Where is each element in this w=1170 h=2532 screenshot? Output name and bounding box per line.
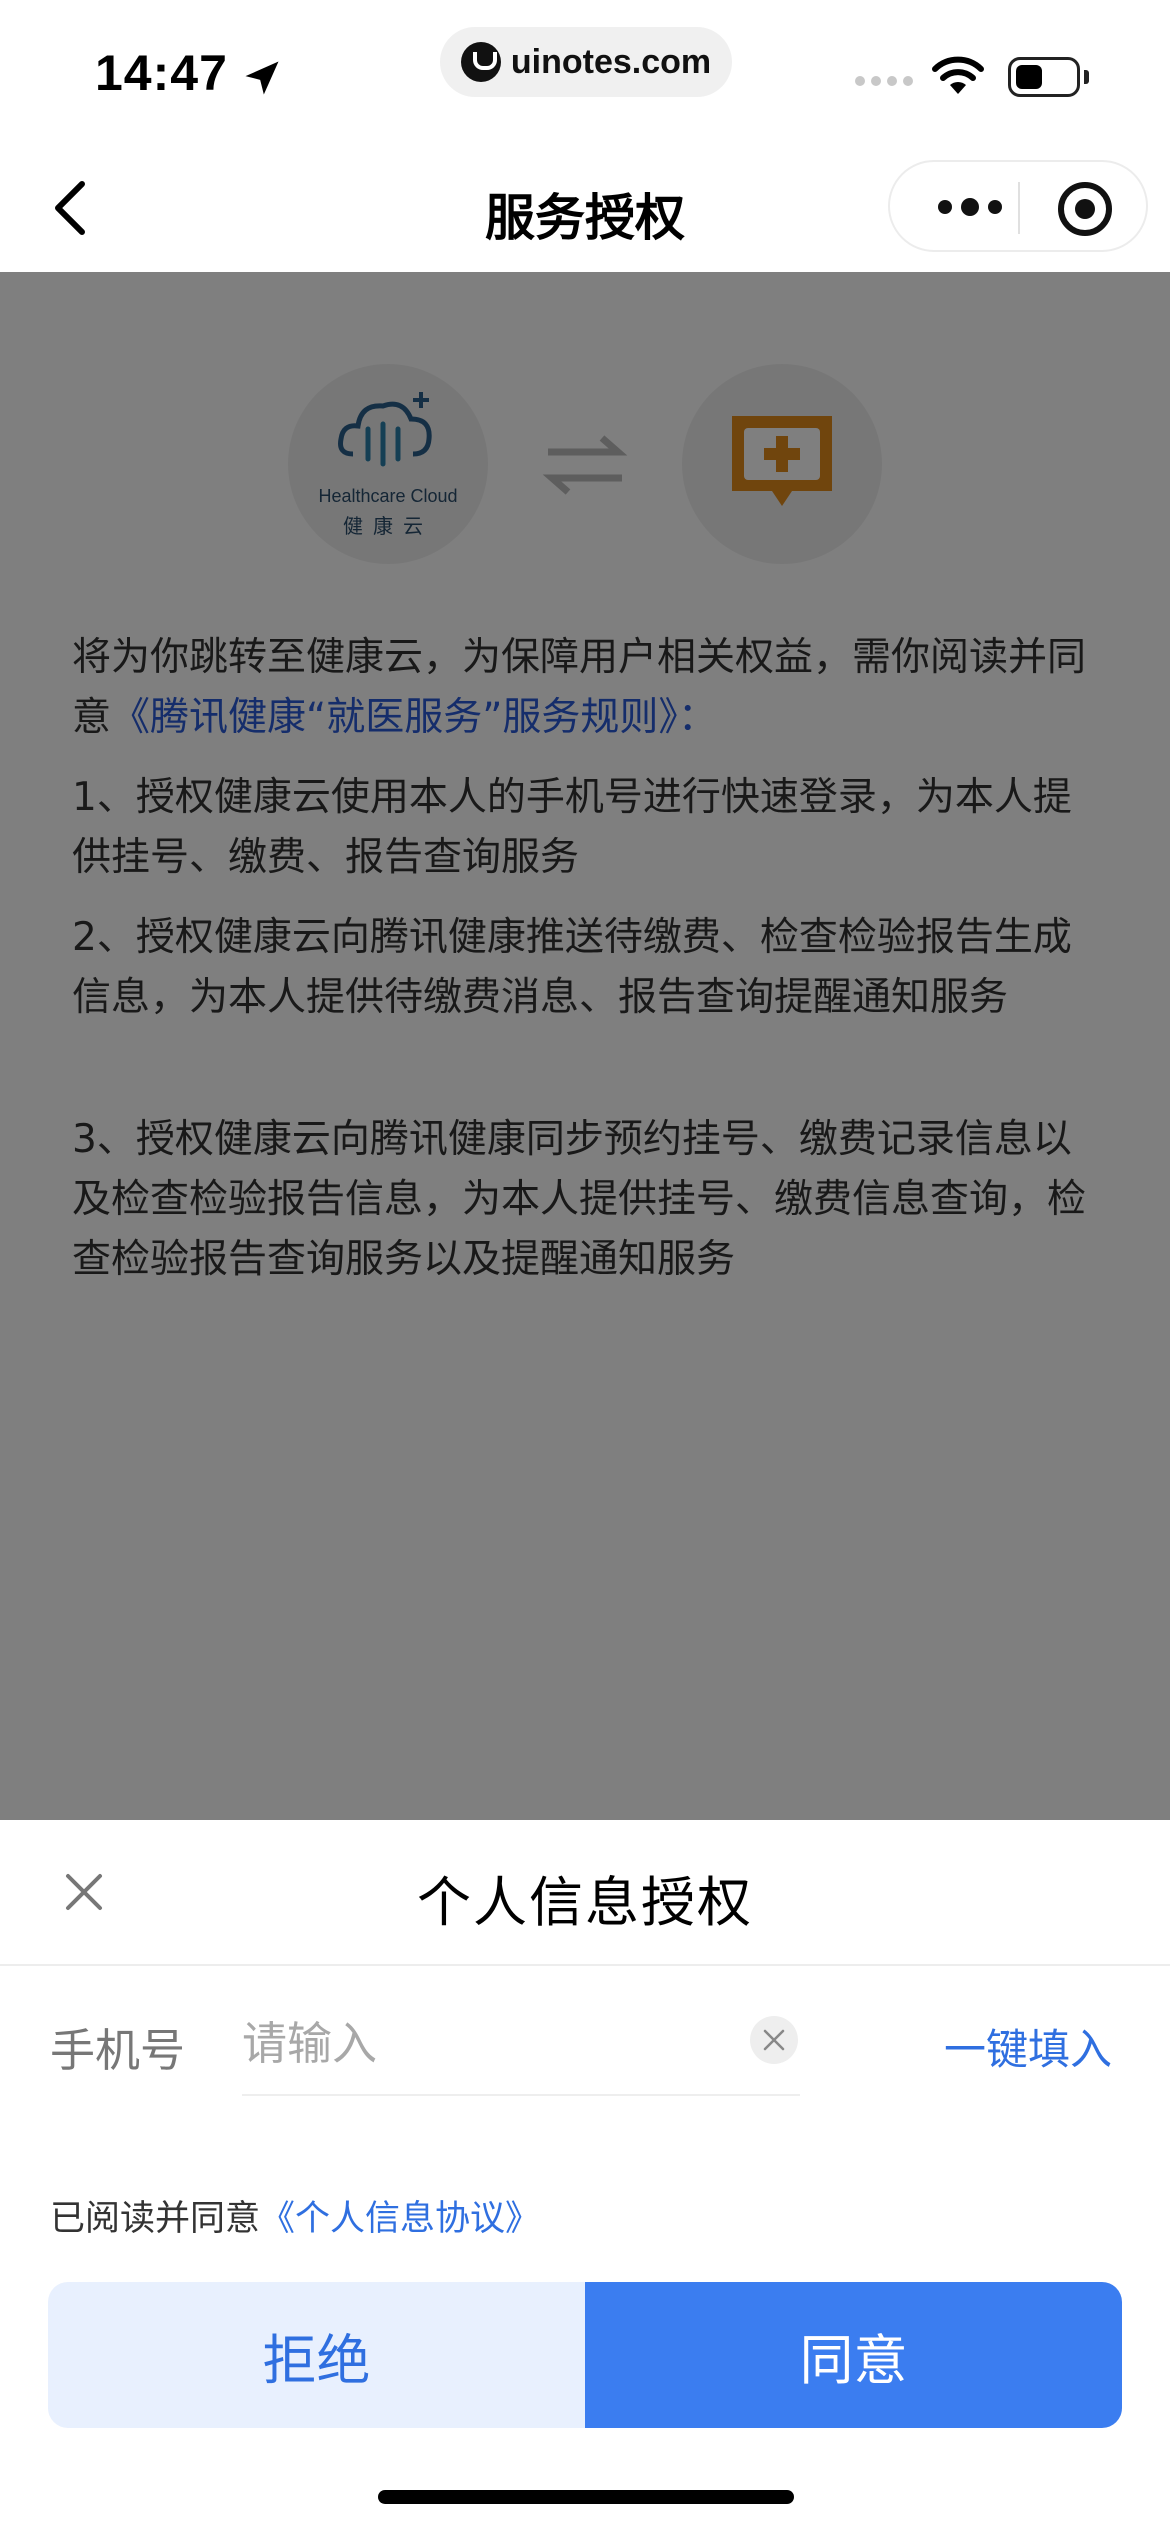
mini-program-capsule	[888, 160, 1148, 252]
input-underline	[242, 2094, 800, 2096]
clear-button[interactable]	[750, 2016, 798, 2064]
agreement-line: 已阅读并同意《个人信息协议》	[50, 2190, 540, 2241]
modal-overlay[interactable]	[0, 272, 1170, 1820]
clear-icon	[763, 2029, 785, 2051]
home-indicator	[378, 2490, 794, 2504]
battery-tip	[1084, 70, 1089, 84]
quick-fill-button[interactable]: 一键填入	[944, 2016, 1112, 2077]
more-icon[interactable]	[935, 197, 1005, 217]
url-pill[interactable]: uinotes.com	[440, 27, 732, 97]
url-text: uinotes.com	[510, 42, 712, 81]
cellular-signal-icon	[855, 76, 913, 86]
status-time: 14:47	[95, 45, 228, 101]
privacy-agreement-link[interactable]: 《个人信息协议》	[260, 2199, 540, 2239]
target-icon[interactable]	[1058, 182, 1112, 236]
agree-button[interactable]: 同意	[585, 2282, 1122, 2428]
wifi-icon	[932, 56, 984, 94]
agreement-prefix: 已阅读并同意	[50, 2199, 261, 2239]
sheet-title: 个人信息授权	[417, 1871, 753, 1934]
location-arrow-icon	[245, 61, 279, 95]
phone-label: 手机号	[50, 2024, 186, 2077]
phone-input[interactable]	[242, 2008, 742, 2078]
capsule-divider	[1018, 182, 1020, 234]
reject-button[interactable]: 拒绝	[48, 2282, 585, 2428]
lock-icon	[460, 42, 501, 82]
battery-icon	[1008, 57, 1080, 97]
sheet-divider	[0, 1964, 1170, 1966]
